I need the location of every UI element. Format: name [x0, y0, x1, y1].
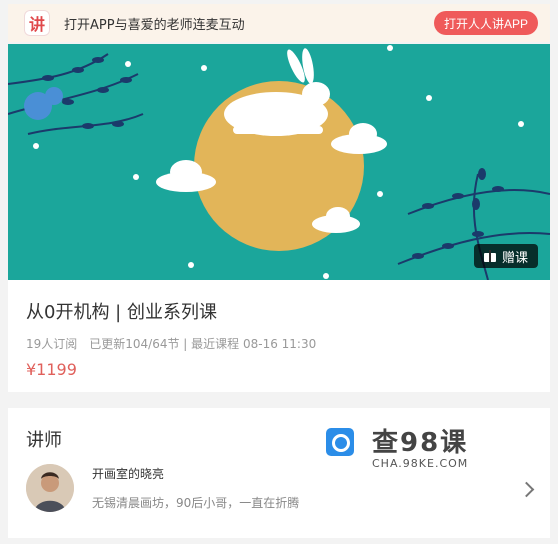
app-promo-bar[interactable]: 讲 打开APP与喜爱的老师连麦互动 打开人人讲APP	[8, 4, 550, 42]
open-app-button[interactable]: 打开人人讲APP	[433, 11, 538, 35]
course-title: 从0开机构 | 创业系列课	[26, 302, 217, 323]
teacher-bio: 无锡清晨画坊，90后小哥，一直在折腾	[92, 496, 300, 510]
teacher-avatar	[26, 464, 74, 512]
course-info-card: 从0开机构 | 创业系列课 19人订阅 已更新104/64节 | 最近课程 08…	[8, 280, 550, 392]
gift-course-badge[interactable]: 赠课	[473, 244, 538, 268]
chevron-right-icon[interactable]	[518, 481, 535, 498]
gift-icon	[483, 250, 496, 262]
watermark-text: 查98课	[372, 428, 469, 458]
course-price: ¥1199	[26, 360, 77, 379]
mid-autumn-illustration	[8, 45, 550, 280]
gift-label: 赠课	[501, 250, 528, 266]
watermark-subtext: CHA.98KE.COM	[372, 457, 469, 470]
teacher-name: 开画室的晓亮	[92, 467, 165, 481]
course-meta: 19人订阅 已更新104/64节 | 最近课程 08-16 11:30	[26, 337, 317, 351]
teacher-section-title: 讲师	[26, 430, 62, 451]
watermark-logo-icon	[326, 428, 354, 456]
site-watermark: 查98课 CHA.98KE.COM	[326, 422, 476, 472]
app-logo-icon: 讲	[24, 10, 50, 36]
course-cover-banner[interactable]: 赠课	[8, 44, 550, 280]
promo-text: 打开APP与喜爱的老师连麦互动	[64, 17, 245, 33]
